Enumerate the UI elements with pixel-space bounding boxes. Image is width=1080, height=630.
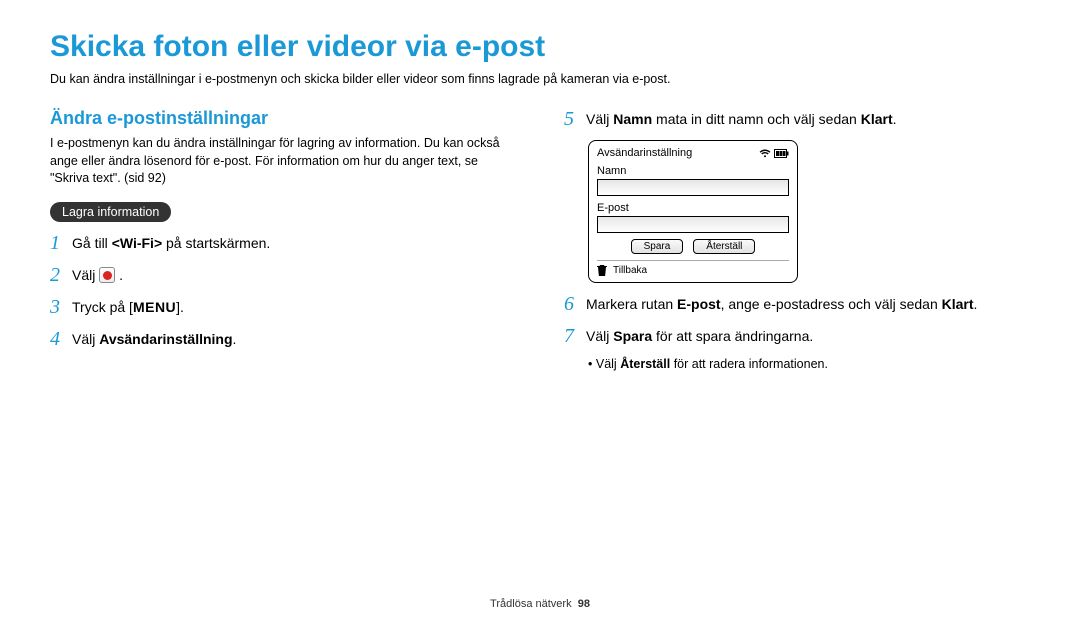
- ss-header: Avsändarinställning: [597, 147, 789, 161]
- footer-section: Trådlösa nätverk: [490, 598, 572, 610]
- page-title: Skicka foton eller videor via e-post: [50, 30, 1030, 64]
- wifi-icon: [759, 149, 771, 158]
- ss-email-label: E-post: [597, 202, 789, 214]
- step-number: 2: [50, 264, 72, 286]
- section-intro: I e-postmenyn kan du ändra inställningar…: [50, 135, 516, 188]
- step-text: Tryck på [MENU].: [72, 296, 184, 318]
- section-heading: Ändra e-postinställningar: [50, 108, 516, 129]
- step-7-bullet: Välj Återställ för att radera informatio…: [588, 357, 1030, 371]
- step-number: 7: [564, 325, 586, 347]
- step-2: 2 Välj .: [50, 264, 516, 286]
- step-text: Markera rutan E-post, ange e-postadress …: [586, 293, 977, 315]
- step-text: Gå till <Wi-Fi> på startskärmen.: [72, 232, 270, 254]
- ss-back-label[interactable]: Tillbaka: [613, 265, 647, 276]
- right-column: 5 Välj Namn mata in ditt namn och välj s…: [564, 108, 1030, 371]
- ss-reset-button[interactable]: Återställ: [693, 239, 755, 254]
- email-app-icon: [99, 267, 115, 283]
- left-column: Ändra e-postinställningar I e-postmenyn …: [50, 108, 516, 371]
- step-number: 4: [50, 328, 72, 350]
- step-7: 7 Välj Spara för att spara ändringarna.: [564, 325, 1030, 347]
- step-number: 3: [50, 296, 72, 318]
- two-column-layout: Ändra e-postinställningar I e-postmenyn …: [50, 108, 1030, 371]
- step-6: 6 Markera rutan E-post, ange e-postadres…: [564, 293, 1030, 315]
- trash-icon: [597, 264, 607, 276]
- step-number: 5: [564, 108, 586, 130]
- ss-save-button[interactable]: Spara: [631, 239, 684, 254]
- ss-footer: Tillbaka: [597, 260, 789, 276]
- ss-email-input[interactable]: [597, 216, 789, 233]
- camera-ui-screenshot: Avsändarinställning Namn E-post Spara Åt…: [588, 140, 798, 283]
- step-text: Välj Spara för att spara ändringarna.: [586, 325, 813, 347]
- step-1: 1 Gå till <Wi-Fi> på startskärmen.: [50, 232, 516, 254]
- step-3: 3 Tryck på [MENU].: [50, 296, 516, 318]
- ss-name-label: Namn: [597, 165, 789, 177]
- page-footer: Trådlösa nätverk 98: [0, 598, 1080, 610]
- step-text: Välj .: [72, 264, 123, 286]
- info-pill: Lagra information: [50, 202, 171, 222]
- step-4: 4 Välj Avsändarinställning.: [50, 328, 516, 350]
- step-text: Välj Namn mata in ditt namn och välj sed…: [586, 108, 897, 130]
- page-intro: Du kan ändra inställningar i e-postmenyn…: [50, 72, 1030, 86]
- menu-key: MENU: [133, 299, 176, 315]
- step-5: 5 Välj Namn mata in ditt namn och välj s…: [564, 108, 1030, 130]
- step-text: Välj Avsändarinställning.: [72, 328, 236, 350]
- ss-title: Avsändarinställning: [597, 147, 692, 159]
- battery-icon: [774, 149, 789, 158]
- step-number: 6: [564, 293, 586, 315]
- ss-name-input[interactable]: [597, 179, 789, 196]
- footer-page-number: 98: [578, 598, 590, 610]
- step-number: 1: [50, 232, 72, 254]
